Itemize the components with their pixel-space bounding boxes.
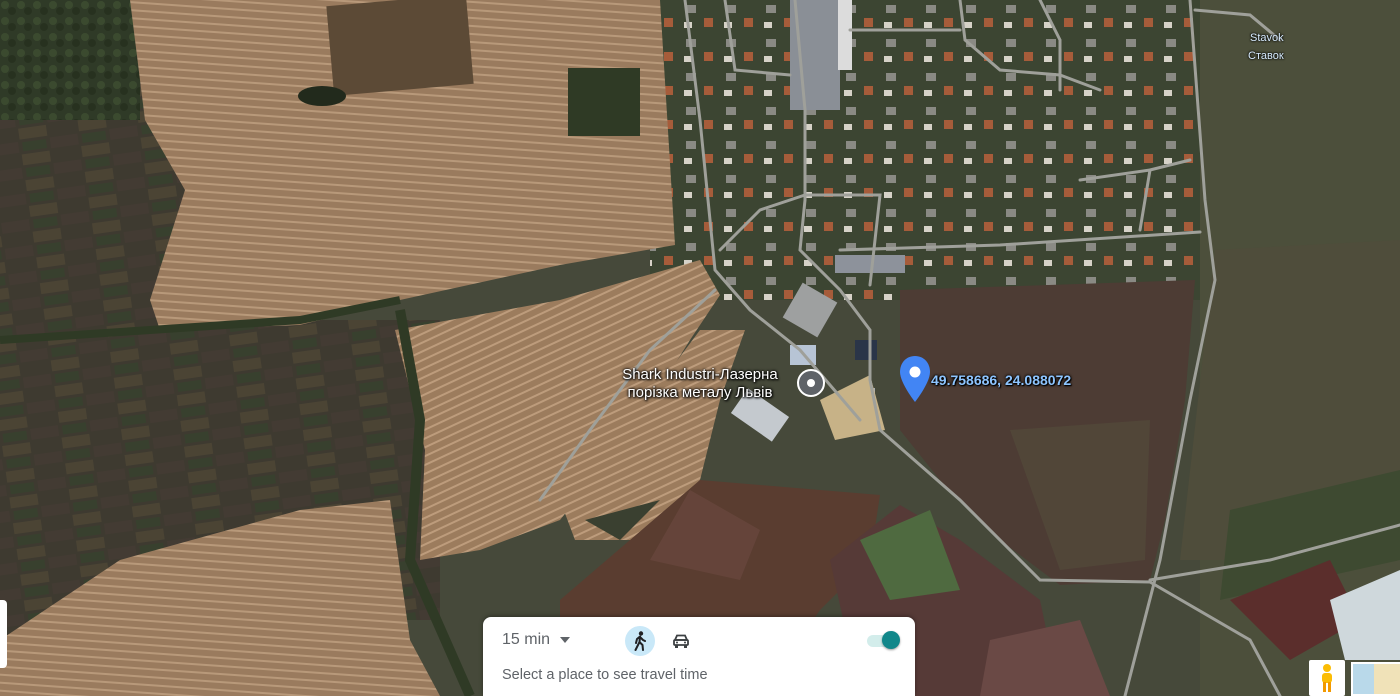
walking-mode-button[interactable] [625, 626, 655, 656]
walking-icon [634, 631, 646, 651]
dropped-pin-icon[interactable] [898, 355, 932, 403]
travel-time-toggle[interactable] [863, 630, 903, 650]
layers-thumbnail[interactable] [1351, 662, 1400, 696]
dropped-pin-coordinates[interactable]: 49.758686, 24.088072 [931, 372, 1071, 388]
poi-pin-icon[interactable] [797, 369, 825, 397]
driving-mode-button[interactable] [666, 626, 696, 656]
poi-label-line1: Shark Industri-Лазерна [622, 366, 778, 383]
travel-hint-text: Select a place to see travel time [502, 667, 708, 683]
duration-value: 15 min [502, 631, 551, 648]
poi-label[interactable]: Shark Industri-Лазерна порізка металу Ль… [600, 366, 800, 402]
pegman-icon [1322, 664, 1332, 692]
duration-dropdown[interactable]: 15 min [502, 631, 571, 649]
travel-time-panel: 15 min Select a place to see travel time [483, 617, 915, 696]
village-label-cyrillic: Ставок [1248, 50, 1284, 62]
toggle-knob [882, 631, 900, 649]
poi-label-line2: порізка металу Львів [627, 384, 773, 401]
village-label-latin: Stavok [1250, 32, 1284, 44]
satellite-map[interactable] [0, 0, 1400, 696]
caret-down-icon [560, 637, 571, 643]
side-panel-handle[interactable] [0, 600, 7, 668]
pegman-button[interactable] [1309, 660, 1345, 696]
car-icon [673, 634, 689, 648]
